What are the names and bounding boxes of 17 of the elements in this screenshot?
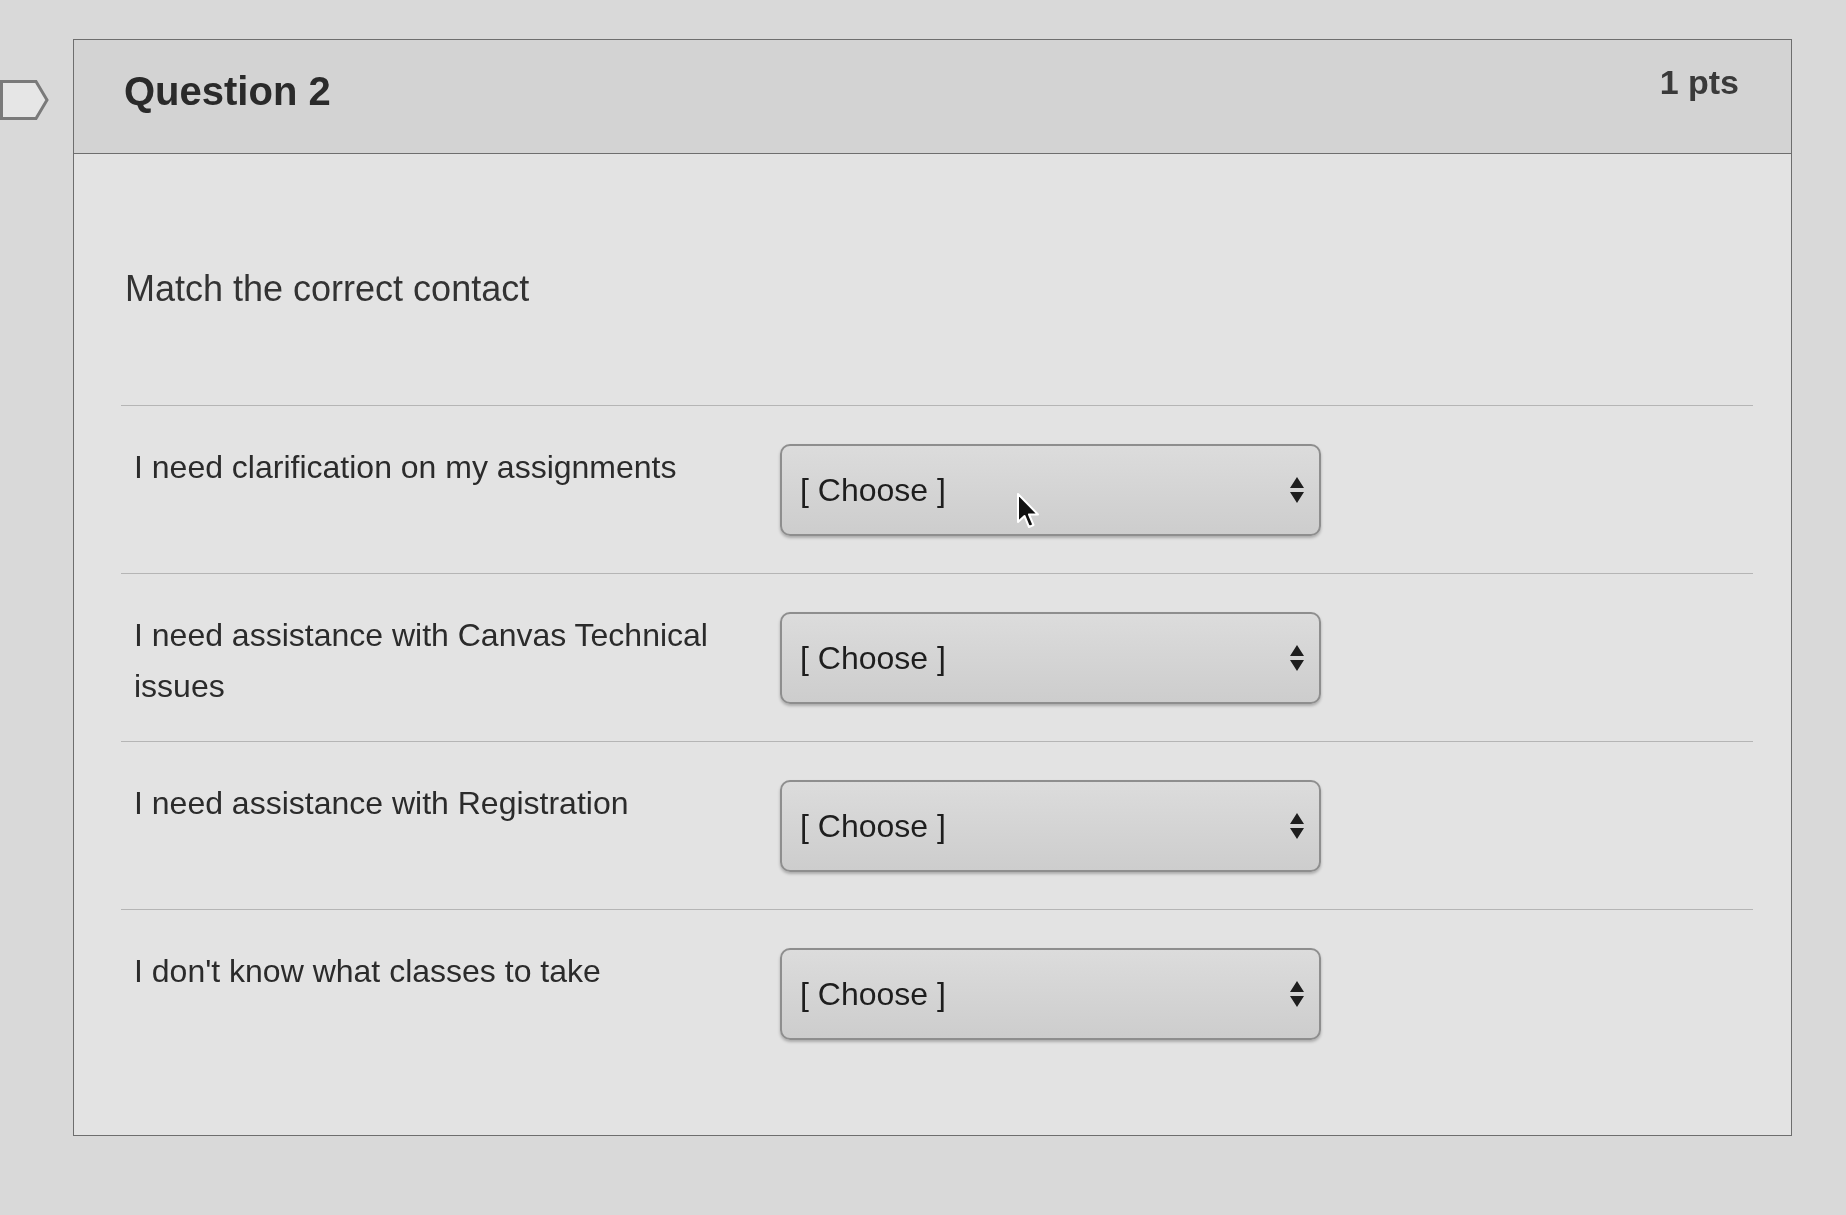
question-title: Question 2 — [124, 67, 331, 115]
points-label: 1 pts — [1659, 62, 1739, 103]
up-down-arrows-icon — [1289, 644, 1305, 672]
question-prompt: Match the correct contact — [125, 267, 530, 311]
up-down-arrows-icon — [1289, 980, 1305, 1008]
match-prompt: I need assistance with Canvas Technical issues — [134, 616, 709, 706]
match-prompt: I need assistance with Registration — [134, 784, 630, 823]
choose-dropdown[interactable]: [ Choose ] — [780, 612, 1321, 704]
up-down-arrows-icon — [1289, 476, 1305, 504]
choose-dropdown[interactable]: [ Choose ] — [780, 948, 1321, 1040]
up-down-arrows-icon — [1289, 812, 1305, 840]
pointer-cursor-icon — [1016, 492, 1040, 530]
match-prompt: I don't know what classes to take — [134, 952, 602, 991]
choose-dropdown[interactable]: [ Choose ] — [780, 780, 1321, 872]
match-prompt: I need clarification on my assignments — [134, 448, 678, 487]
choose-dropdown[interactable]: [ Choose ] — [780, 444, 1321, 536]
flag-icon[interactable] — [0, 80, 49, 120]
